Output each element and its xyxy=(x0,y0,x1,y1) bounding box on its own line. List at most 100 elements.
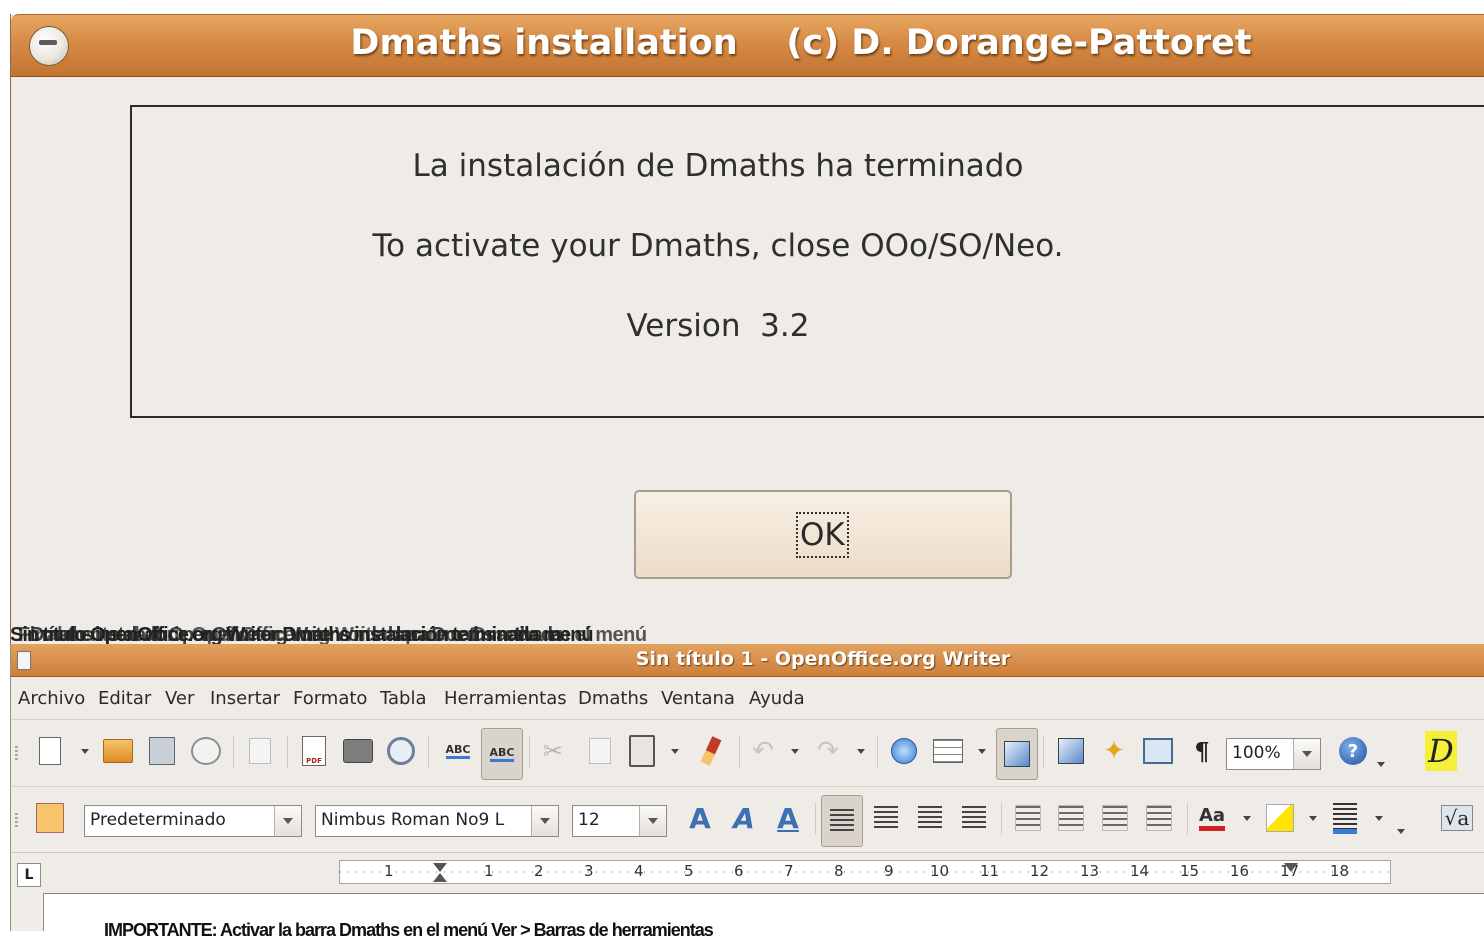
separator xyxy=(1001,803,1002,835)
new-dropdown-arrow[interactable] xyxy=(81,749,89,754)
separator xyxy=(428,736,429,768)
menu-insertar[interactable]: Insertar xyxy=(210,688,280,709)
align-right-button[interactable] xyxy=(913,801,947,835)
dmaths-install-dialog: Dmaths installation (c) D. Dorange-Patto… xyxy=(10,14,1484,654)
menu-tabla[interactable]: Tabla xyxy=(380,688,427,709)
right-indent-marker[interactable] xyxy=(1284,863,1298,872)
tab-type-selector[interactable]: L xyxy=(17,863,41,887)
font-color-dropdown-arrow[interactable] xyxy=(1243,816,1251,821)
redo-button[interactable]: ↷ xyxy=(811,734,845,768)
dmaths-button[interactable]: D xyxy=(1424,731,1458,771)
background-dropdown-arrow[interactable] xyxy=(1375,816,1383,821)
copy-button[interactable] xyxy=(583,734,617,768)
paste-dropdown-arrow[interactable] xyxy=(671,749,679,754)
table-button[interactable] xyxy=(931,734,965,768)
open-button[interactable] xyxy=(101,734,135,768)
undo-button[interactable]: ↶ xyxy=(746,734,780,768)
new-document-icon xyxy=(39,737,61,765)
document-page[interactable]: IMPORTANTE: Activar la barra Dmaths en e… xyxy=(43,893,1484,940)
nonprinting-chars-button[interactable]: ¶ xyxy=(1185,734,1219,768)
new-document-button[interactable] xyxy=(33,734,67,768)
justify-icon xyxy=(962,806,986,830)
font-name-select[interactable]: Nimbus Roman No9 L xyxy=(315,805,559,837)
ok-button-label: OK xyxy=(796,512,849,558)
ruler-label: 2 xyxy=(534,862,544,880)
spellcheck-button[interactable]: ABC xyxy=(441,734,475,768)
align-center-button[interactable] xyxy=(869,801,903,835)
horizontal-ruler[interactable]: 1 1 2 3 4 5 6 7 8 9 10 11 12 13 14 15 16… xyxy=(339,860,1391,884)
formatting-toolbar: Predeterminado Nimbus Roman No9 L 12 A A… xyxy=(11,786,1484,851)
underline-button[interactable]: A xyxy=(771,801,805,835)
table-dropdown-arrow[interactable] xyxy=(978,749,986,754)
font-size-select[interactable]: 12 xyxy=(572,805,667,837)
styles-formatting-button[interactable] xyxy=(33,801,67,835)
writer-titlebar[interactable]: Sin título 1 - OpenOffice.org Writer xyxy=(11,644,1484,677)
menu-ayuda[interactable]: Ayuda xyxy=(749,688,805,709)
print-preview-button[interactable] xyxy=(384,734,418,768)
toolbar-grip[interactable] xyxy=(15,813,18,827)
edit-file-button[interactable] xyxy=(243,734,277,768)
autospellcheck-icon: ABC xyxy=(489,746,515,762)
ruler-label: 1 xyxy=(484,862,494,880)
increase-indent-icon xyxy=(1146,805,1172,831)
left-indent-marker[interactable] xyxy=(433,873,447,882)
ruler-label: 15 xyxy=(1180,862,1200,880)
chevron-down-icon[interactable] xyxy=(639,806,666,836)
toolbar-overflow-arrow[interactable] xyxy=(1397,829,1405,834)
format-paintbrush-button[interactable] xyxy=(694,734,728,768)
chevron-down-icon[interactable] xyxy=(274,806,301,836)
menu-dmaths[interactable]: Dmaths xyxy=(578,688,648,709)
dmaths-sqrt-button[interactable]: √a xyxy=(1440,801,1474,835)
menu-editar[interactable]: Editar xyxy=(98,688,151,709)
pdf-icon: PDF xyxy=(302,736,326,766)
highlighting-button[interactable] xyxy=(1263,801,1297,835)
ok-button[interactable]: OK xyxy=(634,490,1012,579)
overlapping-caption: Sin título OpenOffice.org Writer Dmaths … xyxy=(10,624,1370,644)
clipboard-icon xyxy=(629,735,655,767)
hyperlink-button[interactable] xyxy=(887,734,921,768)
toolbar-overflow-arrow[interactable] xyxy=(1377,762,1385,767)
toolbar-grip[interactable] xyxy=(15,746,18,760)
paste-button[interactable] xyxy=(625,734,659,768)
paragraph-style-select[interactable]: Predeterminado xyxy=(84,805,302,837)
email-button[interactable] xyxy=(189,734,223,768)
help-button[interactable]: ? xyxy=(1336,734,1370,768)
menu-ventana[interactable]: Ventana xyxy=(661,688,735,709)
show-draw-functions-button[interactable] xyxy=(996,728,1038,780)
chevron-down-icon[interactable] xyxy=(1293,739,1320,769)
autospellcheck-button[interactable]: ABC xyxy=(481,728,523,780)
navigator-button[interactable]: ✦ xyxy=(1097,734,1131,768)
italic-button[interactable]: A xyxy=(727,801,761,835)
justify-button[interactable] xyxy=(957,801,991,835)
dialog-titlebar[interactable]: Dmaths installation (c) D. Dorange-Patto… xyxy=(11,14,1484,77)
menu-ver[interactable]: Ver xyxy=(165,688,194,709)
numbering-button[interactable] xyxy=(1011,801,1045,835)
bullets-button[interactable] xyxy=(1054,801,1088,835)
cut-button[interactable]: ✂ xyxy=(536,734,570,768)
zoom-select[interactable]: 100% xyxy=(1226,738,1321,770)
highlighting-dropdown-arrow[interactable] xyxy=(1309,816,1317,821)
edit-file-icon xyxy=(249,738,271,764)
menu-formato[interactable]: Formato xyxy=(293,688,367,709)
print-button[interactable] xyxy=(341,734,375,768)
find-replace-button[interactable] xyxy=(1054,734,1088,768)
font-color-button[interactable]: Aa xyxy=(1195,801,1229,835)
decrease-indent-button[interactable] xyxy=(1098,801,1132,835)
align-left-button[interactable] xyxy=(821,795,863,847)
background-color-button[interactable] xyxy=(1328,801,1362,835)
spellcheck-icon: ABC xyxy=(445,743,471,759)
menu-herramientas[interactable]: Herramientas xyxy=(444,688,567,709)
gallery-button[interactable] xyxy=(1141,734,1175,768)
redo-dropdown-arrow[interactable] xyxy=(857,749,865,754)
undo-dropdown-arrow[interactable] xyxy=(791,749,799,754)
separator xyxy=(1043,736,1044,768)
export-pdf-button[interactable]: PDF xyxy=(297,734,331,768)
menu-archivo[interactable]: Archivo xyxy=(18,688,85,709)
first-line-indent-marker[interactable] xyxy=(433,863,447,872)
document-area[interactable]: IMPORTANTE: Activar la barra Dmaths en e… xyxy=(11,893,1484,940)
save-button[interactable] xyxy=(145,734,179,768)
increase-indent-button[interactable] xyxy=(1142,801,1176,835)
bold-button[interactable]: A xyxy=(683,801,717,835)
chevron-down-icon[interactable] xyxy=(531,806,558,836)
writer-window: Sin título 1 - OpenOffice.org Writer Arc… xyxy=(10,644,1484,940)
